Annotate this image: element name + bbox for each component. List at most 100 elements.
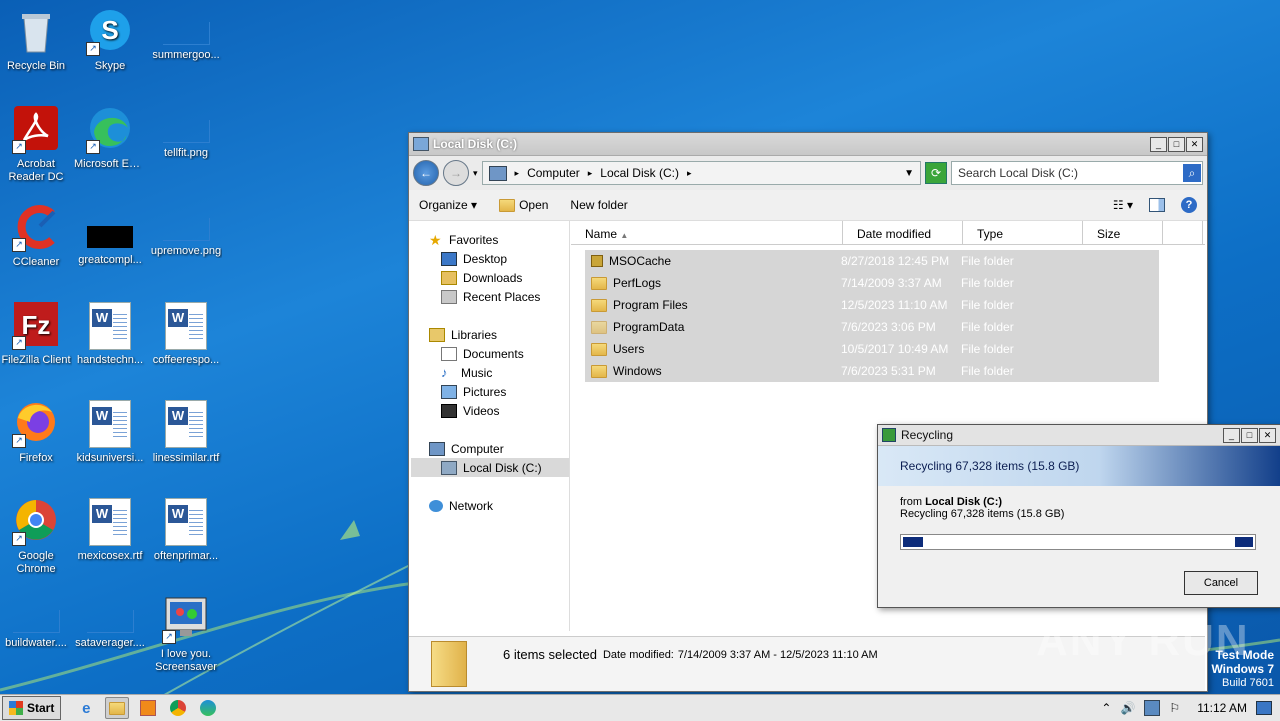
new-folder-button[interactable]: New folder <box>570 198 627 212</box>
forward-button[interactable]: → <box>443 160 469 186</box>
table-row[interactable]: Windows 7/6/2023 5:31 PM File folder <box>585 360 1159 382</box>
nav-videos[interactable]: Videos <box>411 401 569 420</box>
desktop-icon-handstechn[interactable]: W handstechn... <box>74 302 146 367</box>
column-name[interactable]: Name ▲ <box>571 221 843 244</box>
refresh-icon[interactable]: ⟳ <box>925 162 947 184</box>
start-button[interactable]: Start <box>2 696 62 720</box>
open-button[interactable]: Open <box>499 198 548 212</box>
table-row[interactable]: ProgramData 7/6/2023 3:06 PM File folder <box>585 316 1159 338</box>
desktop-icon-recycle-bin[interactable]: Recycle Bin <box>0 8 72 73</box>
desktop-icon-tellfit[interactable]: tellfit.png <box>150 106 222 160</box>
skype-icon: S ↗ <box>86 8 134 56</box>
breadcrumb-computer[interactable]: Computer <box>527 166 580 180</box>
edge-taskbar-icon[interactable] <box>197 698 219 718</box>
desktop-icon-greatcompl[interactable]: greatcompl... <box>74 204 146 267</box>
dialog-titlebar[interactable]: Recycling _ □ ✕ <box>878 425 1280 446</box>
desktop-icon-linessimilar[interactable]: W linessimilar.rtf <box>150 400 222 465</box>
desktop-icon-label: Skype <box>94 60 126 72</box>
desktop-icon-chrome[interactable]: ↗ Google Chrome <box>0 498 72 576</box>
network-tray-icon[interactable] <box>1144 700 1161 716</box>
word-document-icon: W <box>89 498 131 546</box>
file-explorer-icon[interactable] <box>105 697 130 719</box>
desktop-icon-label: Recycle Bin <box>6 60 66 72</box>
nav-network[interactable]: Network <box>411 496 569 515</box>
folder-icon <box>431 641 467 687</box>
nav-downloads[interactable]: Downloads <box>411 268 569 287</box>
nav-favorites[interactable]: ★ Favorites <box>411 230 569 249</box>
action-center-flag-icon[interactable]: ⚐ <box>1169 701 1180 715</box>
nav-libraries[interactable]: Libraries <box>411 325 569 344</box>
desktop-icon-edge[interactable]: ↗ Microsoft Edge <box>74 106 146 171</box>
explorer-titlebar[interactable]: Local Disk (C:) _ □ ✕ <box>409 133 1207 156</box>
nav-local-disk[interactable]: Local Disk (C:) <box>411 458 569 477</box>
desktop-icon-acrobat[interactable]: ↗ Acrobat Reader DC <box>0 106 72 184</box>
taskbar: Start e ⌃ 🔊 ⚐ 11:12 AM <box>0 694 1280 721</box>
search-input[interactable]: Search Local Disk (C:) ⌕ <box>951 161 1203 185</box>
breadcrumb-separator-icon[interactable]: ▸ <box>687 168 692 179</box>
shortcut-arrow-icon: ↗ <box>12 238 26 252</box>
desktop-icon-buildwater[interactable]: buildwater.... <box>0 596 72 650</box>
desktop-icon-skype[interactable]: S ↗ Skype <box>74 8 146 73</box>
address-dropdown-icon[interactable]: ▼ <box>904 168 914 179</box>
help-icon[interactable]: ? <box>1181 197 1197 213</box>
desktop-icon-coffeerespo[interactable]: W coffeerespo... <box>150 302 222 367</box>
desktop-icon-sataverager[interactable]: sataverager.... <box>74 596 146 650</box>
filezilla-icon: Fz ↗ <box>12 302 60 350</box>
volume-icon[interactable]: 🔊 <box>1120 701 1135 715</box>
breadcrumb[interactable]: ▸ Computer ▸ Local Disk (C:) ▸ ▼ <box>481 161 921 185</box>
desktop-icon-label: CCleaner <box>12 256 60 268</box>
close-button[interactable]: ✕ <box>1259 427 1276 443</box>
desktop-icon-filezilla[interactable]: Fz ↗ FileZilla Client <box>0 302 72 367</box>
desktop-icon-kidsuniversi[interactable]: W kidsuniversi... <box>74 400 146 465</box>
breadcrumb-local-disk[interactable]: Local Disk (C:) <box>600 166 679 180</box>
back-button[interactable]: ← <box>413 160 439 186</box>
nav-desktop[interactable]: Desktop <box>411 249 569 268</box>
file-thumbnail-icon <box>87 226 133 248</box>
file-thumbnail-icon <box>162 22 210 45</box>
desktop-icon-firefox[interactable]: ↗ Firefox <box>0 400 72 465</box>
desktop-icon-label: handstechn... <box>76 354 144 366</box>
desktop-icon-summergoo[interactable]: summergoo... <box>150 8 222 62</box>
ccleaner-icon: ↗ <box>12 204 60 252</box>
table-row[interactable]: Program Files 12/5/2023 11:10 AM File fo… <box>585 294 1159 316</box>
desktop-icon-mexicosex[interactable]: W mexicosex.rtf <box>74 498 146 563</box>
organize-button[interactable]: Organize ▾ <box>419 198 477 212</box>
desktop-icon-oftenprimar[interactable]: W oftenprimar... <box>150 498 222 563</box>
recent-pages-dropdown[interactable]: ▾ <box>473 168 478 179</box>
maximize-button[interactable]: □ <box>1241 427 1258 443</box>
column-type[interactable]: Type <box>963 221 1083 244</box>
minimize-button[interactable]: _ <box>1223 427 1240 443</box>
close-button[interactable]: ✕ <box>1186 136 1203 152</box>
preview-pane-icon[interactable] <box>1149 198 1165 212</box>
show-desktop-icon[interactable] <box>1256 701 1272 715</box>
desktop-icon-screensaver[interactable]: ↗ I love you. Screensaver <box>150 596 222 674</box>
nav-recent-places[interactable]: Recent Places <box>411 287 569 306</box>
nav-documents[interactable]: Documents <box>411 344 569 363</box>
desktop-icon-upremove[interactable]: upremove.png <box>150 204 222 258</box>
table-row[interactable]: Users 10/5/2017 10:49 AM File folder <box>585 338 1159 360</box>
table-row[interactable]: PerfLogs 7/14/2009 3:37 AM File folder <box>585 272 1159 294</box>
desktop-icon-label: Google Chrome <box>16 550 56 575</box>
breadcrumb-separator-icon[interactable]: ▸ <box>515 168 520 179</box>
breadcrumb-separator-icon[interactable]: ▸ <box>588 168 593 179</box>
nav-music[interactable]: ♪ Music <box>411 363 569 382</box>
internet-explorer-icon[interactable]: e <box>75 698 97 718</box>
media-player-icon[interactable] <box>137 698 159 718</box>
maximize-button[interactable]: □ <box>1168 136 1185 152</box>
desktop-icon-label: linessimilar.rtf <box>152 452 220 464</box>
shortcut-arrow-icon: ↗ <box>162 630 176 644</box>
nav-pictures[interactable]: Pictures <box>411 382 569 401</box>
column-date-modified[interactable]: Date modified <box>843 221 963 244</box>
desktop-icon-ccleaner[interactable]: ↗ CCleaner <box>0 204 72 269</box>
clock[interactable]: 11:12 AM <box>1197 701 1247 715</box>
change-view-icon[interactable]: ☷ ▾ <box>1113 198 1133 212</box>
table-row[interactable]: MSOCache 8/27/2018 12:45 PM File folder <box>585 250 1159 272</box>
column-size[interactable]: Size <box>1083 221 1163 244</box>
minimize-button[interactable]: _ <box>1150 136 1167 152</box>
show-hidden-icons-icon[interactable]: ⌃ <box>1101 701 1111 715</box>
nav-computer[interactable]: Computer <box>411 439 569 458</box>
cancel-button[interactable]: Cancel <box>1184 571 1258 595</box>
search-icon[interactable]: ⌕ <box>1183 164 1201 182</box>
word-document-icon: W <box>165 498 207 546</box>
chrome-taskbar-icon[interactable] <box>167 698 189 718</box>
